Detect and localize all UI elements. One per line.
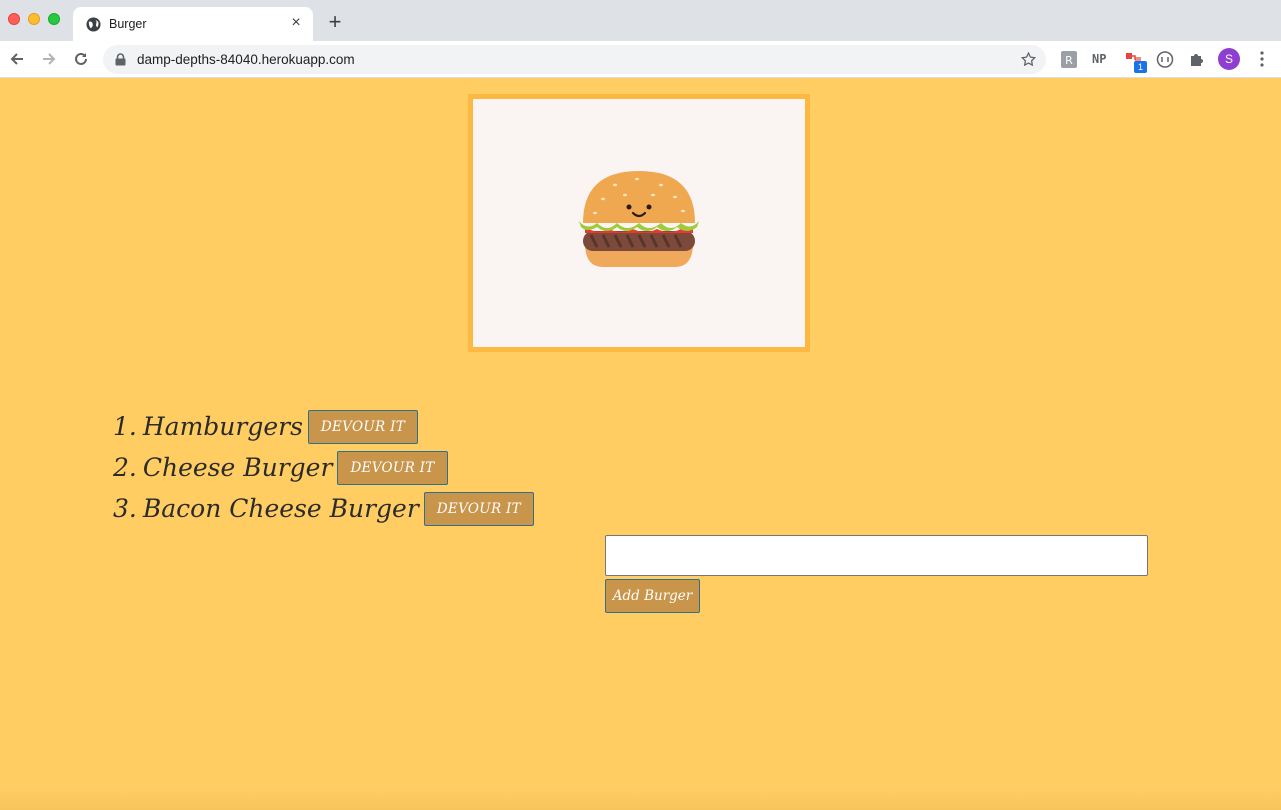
extension-np-icon[interactable]: NP [1092,50,1112,69]
extensions-puzzle-icon[interactable] [1188,50,1206,69]
url-text[interactable]: damp-depths-84040.herokuapp.com [137,52,355,67]
burger-number: 3. [113,494,137,523]
svg-text:R: R [1065,54,1073,67]
list-item: 2. Cheese Burger DEVOUR IT [113,447,534,488]
back-arrow-icon[interactable] [8,50,26,68]
tab-close-icon[interactable]: × [287,14,305,32]
list-item: 3. Bacon Cheese Burger DEVOUR IT [113,488,534,529]
hero-image-frame [468,94,810,352]
burger-number: 2. [113,453,137,482]
burger-number: 1. [113,412,137,441]
reload-icon[interactable] [72,50,90,68]
devour-button[interactable]: DEVOUR IT [337,450,448,485]
more-options-icon[interactable] [1254,50,1270,68]
profile-avatar[interactable]: S [1218,48,1240,70]
extension-badge: 1 [1134,61,1147,73]
tab-title: Burger [109,17,147,31]
devour-button[interactable]: DEVOUR IT [307,409,419,444]
window-maximize-button[interactable] [48,13,60,25]
address-bar[interactable]: damp-depths-84040.herokuapp.com [103,45,1046,74]
devour-button[interactable]: DEVOUR IT [423,491,534,526]
browser-tab[interactable]: Burger × [73,7,313,41]
new-tab-button[interactable]: + [325,11,345,33]
page-bottom-shade [0,788,1281,810]
add-burger-button[interactable]: Add Burger [605,579,700,613]
list-item: 1. Hamburgers DEVOUR IT [113,406,534,447]
burger-name: Hamburgers [142,412,303,441]
browser-toolbar: damp-depths-84040.herokuapp.com R NP 1 S [0,41,1281,78]
burger-name: Bacon Cheese Burger [142,494,419,523]
forward-arrow-icon[interactable] [40,50,58,68]
window-close-button[interactable] [8,13,20,25]
globe-icon [86,17,101,32]
burger-illustration [579,171,699,267]
burger-list: 1. Hamburgers DEVOUR IT 2. Cheese Burger… [113,406,534,529]
burger-name: Cheese Burger [142,453,333,482]
browser-tab-bar: Burger × + [0,0,1281,41]
window-minimize-button[interactable] [28,13,40,25]
bookmark-star-icon[interactable] [1020,51,1037,68]
extension-circle-icon[interactable] [1156,50,1174,69]
burger-name-input[interactable] [605,535,1148,576]
lock-icon[interactable] [115,53,126,66]
page-content: 1. Hamburgers DEVOUR IT 2. Cheese Burger… [0,78,1281,810]
extension-r-icon[interactable]: R [1060,50,1078,69]
